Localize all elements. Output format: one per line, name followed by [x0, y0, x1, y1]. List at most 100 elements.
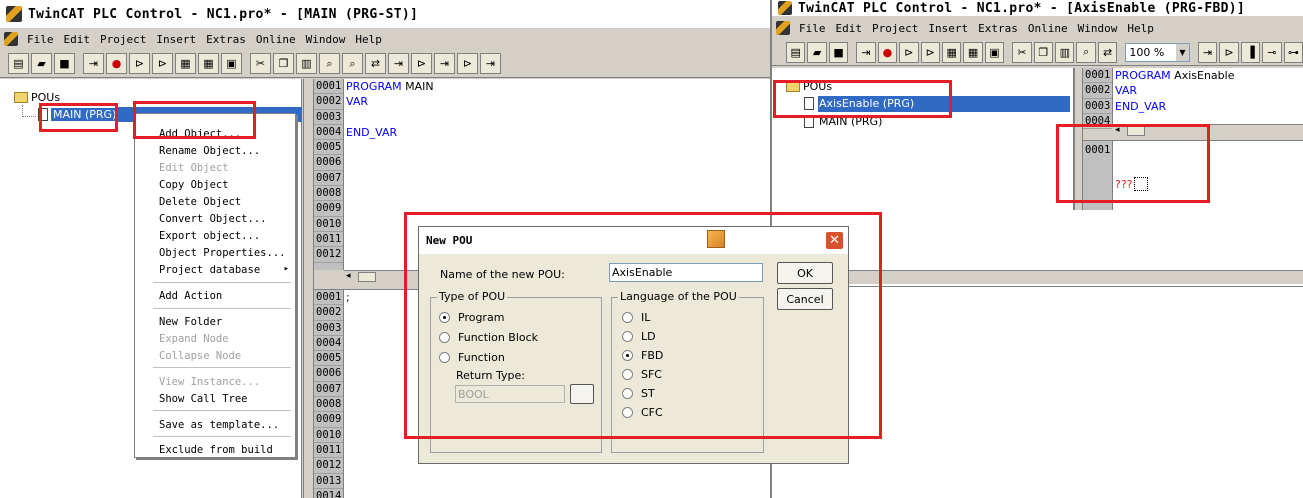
- write-values-icon[interactable]: ⇥: [480, 53, 501, 74]
- tree-root-pous[interactable]: POUs: [14, 91, 60, 104]
- scroll-left-icon[interactable]: ◂: [346, 271, 351, 281]
- context-menu-item-convert-object[interactable]: Convert Object...: [159, 213, 266, 225]
- insert-input-icon[interactable]: ⊳: [1219, 41, 1239, 63]
- insert-box-icon[interactable]: ⇥: [1197, 41, 1218, 63]
- left-title-bar[interactable]: TwinCAT PLC Control - NC1.pro* - [MAIN (…: [0, 0, 770, 28]
- insert-output-icon[interactable]: ▐: [1240, 41, 1261, 63]
- context-menu-item-copy-object[interactable]: Copy Object: [159, 179, 229, 191]
- right-fbd-editor[interactable]: 0001 ???: [1083, 140, 1303, 210]
- menu-extras[interactable]: Extras: [201, 33, 251, 46]
- insert-jump-icon[interactable]: ⊸: [1262, 41, 1282, 63]
- right-title-bar[interactable]: TwinCAT PLC Control - NC1.pro* - [AxisEn…: [772, 0, 1303, 16]
- splitter[interactable]: [303, 79, 314, 498]
- new-file-icon[interactable]: ▤: [786, 41, 806, 63]
- right-lower-scrollbar[interactable]: [772, 270, 1303, 284]
- scroll-left-icon[interactable]: ◂: [1115, 125, 1120, 135]
- cycle-icon[interactable]: ⊳: [457, 53, 478, 74]
- cut-icon[interactable]: ✂: [250, 53, 271, 74]
- menu-online[interactable]: Online: [1023, 22, 1073, 35]
- tree-item-axisenable[interactable]: AxisEnable (PRG): [804, 97, 916, 110]
- insert-return-icon[interactable]: ⊶: [1283, 41, 1303, 63]
- context-menu-item-delete-object[interactable]: Delete Object: [159, 196, 241, 208]
- context-menu-item-new-folder[interactable]: New Folder: [159, 316, 222, 328]
- watch-icon[interactable]: ▦: [198, 53, 219, 74]
- context-menu-item-show-call-tree[interactable]: Show Call Tree: [159, 393, 248, 405]
- language-il-radio[interactable]: IL: [622, 311, 650, 324]
- context-menu-item-add-object[interactable]: Add Object...: [159, 128, 242, 140]
- menu-extras[interactable]: Extras: [973, 22, 1023, 35]
- tree-item-main[interactable]: MAIN (PRG): [38, 108, 119, 121]
- tree-item-main[interactable]: MAIN (PRG): [804, 115, 884, 128]
- context-menu-item-exclude-from-build[interactable]: Exclude from build: [159, 444, 273, 456]
- save-icon[interactable]: ■: [828, 41, 849, 63]
- input-assistant-icon[interactable]: ⇥: [388, 53, 409, 74]
- return-type-input[interactable]: [455, 385, 565, 403]
- context-menu-item-project-database[interactable]: Project database: [159, 264, 260, 276]
- language-fbd-radio[interactable]: FBD: [622, 349, 663, 362]
- zoom-select[interactable]: 100 % ▼: [1125, 42, 1190, 62]
- breakpoint-icon[interactable]: ▦: [941, 41, 962, 63]
- menu-project[interactable]: Project: [867, 22, 923, 35]
- scroll-thumb[interactable]: [1127, 126, 1145, 136]
- network-placeholder[interactable]: ???: [1115, 177, 1148, 191]
- type-function-block-radio[interactable]: Function Block: [439, 331, 538, 344]
- context-menu-item-export-object[interactable]: Export object...: [159, 230, 260, 242]
- save-icon[interactable]: ■: [54, 53, 75, 74]
- splitter[interactable]: [1074, 68, 1083, 210]
- open-folder-icon[interactable]: ▰: [807, 41, 827, 63]
- login-icon[interactable]: ⇥: [83, 53, 104, 74]
- right-declaration-editor[interactable]: 0001 0002 0003 0004 PROGRAM AxisEnable VAR EN…: [1083, 68, 1303, 130]
- context-menu-item-rename-object[interactable]: Rename Object...: [159, 145, 260, 157]
- language-ld-radio[interactable]: LD: [622, 330, 656, 343]
- language-cfc-radio[interactable]: CFC: [622, 406, 663, 419]
- step-icon[interactable]: ⊳: [920, 41, 940, 63]
- ok-button[interactable]: OK: [777, 262, 833, 284]
- find-next-icon[interactable]: ⌕: [342, 53, 363, 74]
- copy-icon[interactable]: ❐: [1033, 41, 1054, 63]
- menu-window[interactable]: Window: [301, 33, 351, 46]
- replace-icon[interactable]: ⇄: [365, 53, 386, 74]
- watch-icon[interactable]: ▦: [963, 41, 983, 63]
- stop-icon[interactable]: ●: [106, 53, 127, 74]
- menu-help[interactable]: Help: [1122, 22, 1159, 35]
- menu-file[interactable]: File: [22, 33, 59, 46]
- find-icon[interactable]: ⌕: [319, 53, 340, 74]
- open-folder-icon[interactable]: ▰: [31, 53, 52, 74]
- type-program-radio[interactable]: Program: [439, 311, 504, 324]
- copy-icon[interactable]: ❐: [273, 53, 294, 74]
- login-icon[interactable]: ⇥: [856, 41, 876, 63]
- replace-icon[interactable]: ⇄: [1097, 41, 1118, 63]
- monitor-icon[interactable]: ▣: [221, 53, 242, 74]
- new-file-icon[interactable]: ▤: [8, 53, 29, 74]
- context-menu-item-add-action[interactable]: Add Action: [159, 290, 222, 302]
- menu-file[interactable]: File: [794, 22, 831, 35]
- menu-edit[interactable]: Edit: [59, 33, 96, 46]
- context-menu-item-save-as-template[interactable]: Save as template...: [159, 419, 279, 431]
- scroll-thumb[interactable]: [358, 272, 376, 282]
- type-function-radio[interactable]: Function: [439, 351, 505, 364]
- step-icon[interactable]: ⊳: [152, 53, 173, 74]
- step-over-icon[interactable]: ⊳: [411, 53, 432, 74]
- find-icon[interactable]: ⌕: [1076, 41, 1096, 63]
- language-sfc-radio[interactable]: SFC: [622, 368, 662, 381]
- return-type-browse-button[interactable]: [570, 384, 594, 404]
- step-in-icon[interactable]: ⇥: [434, 53, 455, 74]
- input-box[interactable]: [1133, 177, 1148, 191]
- stop-icon[interactable]: ●: [877, 41, 898, 63]
- close-icon[interactable]: ✕: [825, 231, 844, 250]
- menu-project[interactable]: Project: [95, 33, 151, 46]
- menu-online[interactable]: Online: [251, 33, 301, 46]
- right-decl-scrollbar[interactable]: ◂: [1113, 124, 1303, 138]
- menu-window[interactable]: Window: [1073, 22, 1123, 35]
- cancel-button[interactable]: Cancel: [777, 288, 833, 310]
- run-icon[interactable]: ⊳: [899, 41, 919, 63]
- paste-icon[interactable]: ▥: [296, 53, 317, 74]
- cut-icon[interactable]: ✂: [1012, 41, 1032, 63]
- pou-name-input[interactable]: [609, 263, 763, 282]
- breakpoint-icon[interactable]: ▦: [175, 53, 196, 74]
- context-menu-item-object-properties[interactable]: Object Properties...: [159, 247, 285, 259]
- menu-help[interactable]: Help: [350, 33, 387, 46]
- tree-root-pous[interactable]: POUs: [786, 80, 832, 93]
- language-st-radio[interactable]: ST: [622, 387, 655, 400]
- paste-icon[interactable]: ▥: [1055, 41, 1075, 63]
